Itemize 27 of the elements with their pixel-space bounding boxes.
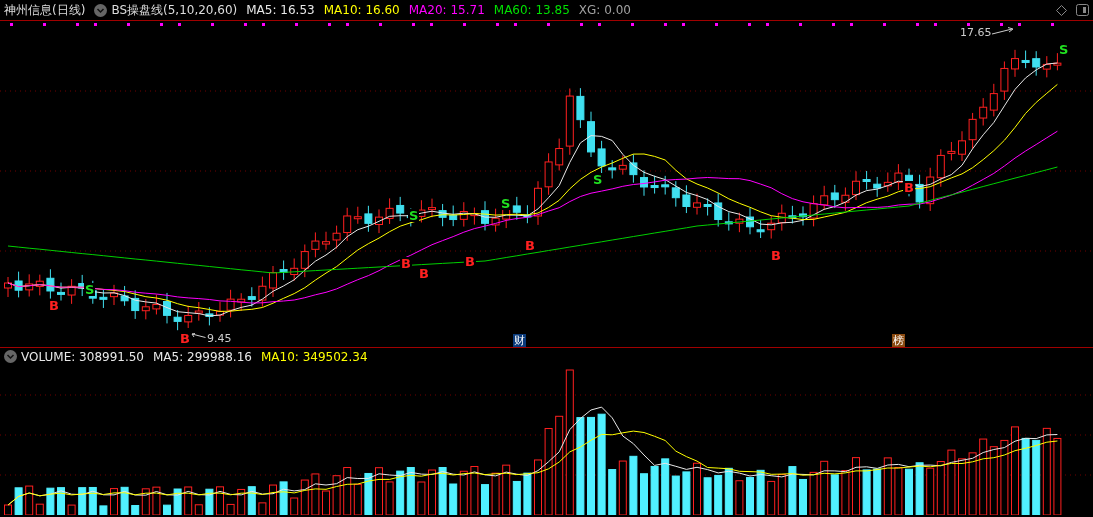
ranking-badge[interactable]: 榜 [892,334,905,347]
indicator-value: MA20: 15.71 [408,3,485,17]
indicator-value: XG: 0.00 [578,3,631,17]
finance-badge[interactable]: 财 [513,334,526,347]
low-price-label: 9.45 [207,333,232,344]
volume-value: VOLUME: 308991.50 [21,349,144,364]
sell-signal: S [84,283,96,296]
indicator-value: MA10: 16.60 [323,3,400,17]
buy-signal: B [524,239,536,252]
indicator-value: MA60: 13.85 [493,3,570,17]
sell-signal: S [1058,43,1070,56]
buy-signal: B [418,267,430,280]
sell-signal: S [592,173,604,186]
buy-signal: B [400,257,412,270]
buy-signal: B [770,249,782,262]
high-price-label: 17.65 [960,27,992,38]
buy-signal: B [48,299,60,312]
volume-value: MA10: 349502.34 [260,349,368,364]
buy-signal: B [464,255,476,268]
sell-signal: S [500,197,512,210]
sell-signal: S [408,209,420,222]
stock-title: 神州信息(日线) [4,1,86,19]
indicator-name: BS操盘线(5,10,20,60) [111,1,238,19]
indicator-value: MA5: 16.53 [246,3,315,17]
buy-signal: B [903,181,915,194]
volume-value: MA5: 299988.16 [153,349,252,364]
buy-signal: B [179,332,191,345]
